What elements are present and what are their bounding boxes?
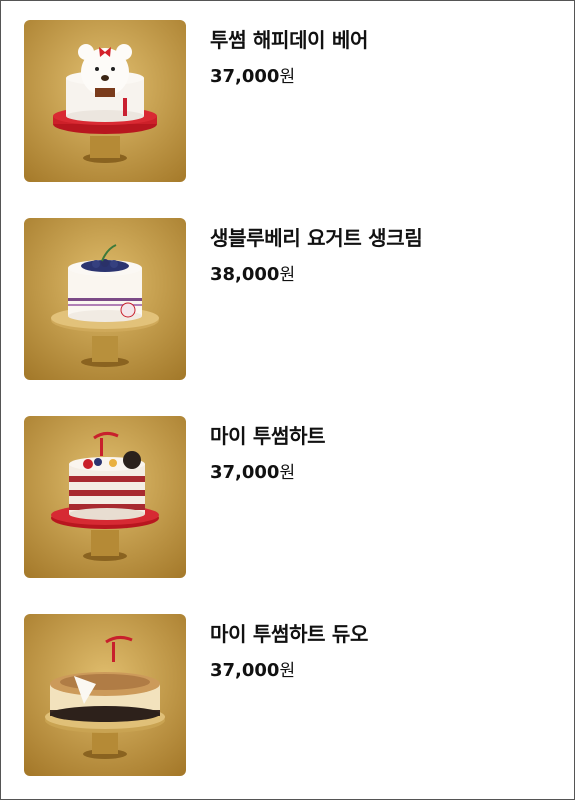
blueberry-cake-image[interactable] [24,218,186,380]
product-price: 37,000원 [210,62,295,87]
price-currency: 원 [279,463,296,483]
product-name[interactable]: 생블루베리 요거트 생크림 [210,222,423,251]
price-currency: 원 [279,67,296,87]
price-value: 37,000 [210,66,280,87]
product-item[interactable]: 마이 투썸하트 37,000원 [24,416,554,578]
product-price: 37,000원 [210,656,295,681]
price-value: 38,000 [210,264,280,285]
product-name[interactable]: 마이 투썸하트 [210,420,326,449]
price-value: 37,000 [210,660,280,681]
cheesecake-image[interactable] [24,614,186,776]
product-name[interactable]: 투썸 해피데이 베어 [210,24,368,53]
product-item[interactable]: 생블루베리 요거트 생크림 38,000원 [24,218,554,380]
bear-cake-image[interactable] [24,20,186,182]
price-value: 37,000 [210,462,280,483]
product-item[interactable]: 마이 투썸하트 듀오 37,000원 [24,614,554,776]
product-price: 38,000원 [210,260,295,285]
layer-cake-image[interactable] [24,416,186,578]
product-name[interactable]: 마이 투썸하트 듀오 [210,618,368,647]
price-currency: 원 [279,265,296,285]
product-price: 37,000원 [210,458,295,483]
product-item[interactable]: 투썸 해피데이 베어 37,000원 [24,20,554,182]
price-currency: 원 [279,661,296,681]
